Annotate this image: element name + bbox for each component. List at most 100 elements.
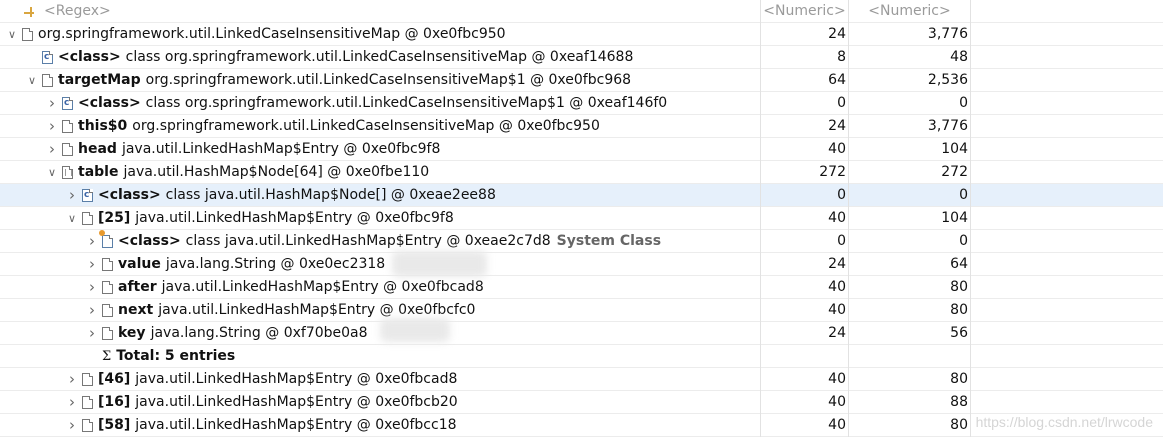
tree-row[interactable]: ∨ targetMap org.springframework.util.Linke… (0, 69, 1163, 92)
chevron-right-icon[interactable]: › (66, 391, 78, 414)
object-type: java.util.LinkedHashMap$Entry @ 0xe0fbc9… (135, 210, 454, 226)
tree-row[interactable]: › next java.util.LinkedHashMap$Entry @ 0xe… (0, 299, 1163, 322)
field-name: table (78, 164, 119, 180)
tree-row[interactable]: ∨ [25] java.util.LinkedHashMap$Entry @ 0xe… (0, 207, 1163, 230)
file-icon (42, 74, 53, 87)
tree-row[interactable]: › <class>class java.util.HashMap$Node[] @… (0, 184, 1163, 207)
field-name: value (118, 256, 161, 272)
retained-heap-cell: 272 (848, 161, 971, 184)
file-icon (82, 419, 93, 432)
tree-row[interactable]: › <class>class org.springframework.util.L… (0, 92, 1163, 115)
shallow-heap-cell: 40 (760, 276, 848, 299)
chevron-down-icon[interactable]: ∨ (26, 69, 38, 92)
object-name-cell: › <class>class org.springframework.util.L… (0, 92, 760, 115)
field-name: [58] (98, 417, 131, 433)
object-name-cell: › next java.util.LinkedHashMap$Entry @ 0xe… (0, 299, 760, 322)
field-name: targetMap (58, 72, 141, 88)
chevron-right-icon[interactable]: › (46, 138, 58, 161)
shallow-heap-cell: 272 (760, 161, 848, 184)
shallow-heap-cell: 0 (760, 230, 848, 253)
chevron-right-icon[interactable]: › (66, 414, 78, 437)
tree-row[interactable]: › <class> class java.util.LinkedHashMap$En… (0, 230, 1163, 253)
field-name: this$0 (78, 118, 128, 134)
chevron-right-icon[interactable]: › (86, 253, 98, 276)
retained-heap-cell: 2,536 (848, 69, 971, 92)
chevron-right-icon[interactable]: › (66, 184, 78, 207)
retained-heap-cell: 104 (848, 138, 971, 161)
object-type: java.util.LinkedHashMap$Entry @ 0xe0fbc9… (121, 141, 441, 157)
chevron-right-icon[interactable]: › (86, 230, 98, 253)
field-name: <class> (118, 233, 181, 249)
shallow-heap-cell: 0 (760, 92, 848, 115)
tree-row[interactable]: ∨ table java.util.HashMap$Node[64] @ 0xe0f… (0, 161, 1163, 184)
field-name: Total: 5 entries (116, 348, 236, 364)
tree-row[interactable]: › [16] java.util.LinkedHashMap$Entry @ 0xe… (0, 391, 1163, 414)
file-icon (102, 304, 113, 317)
system-class-label: System Class (556, 233, 662, 249)
retained-heap-cell: 3,776 (848, 115, 971, 138)
shallow-heap-header[interactable]: <Numeric> (760, 0, 848, 23)
shallow-heap-cell: 24 (760, 253, 848, 276)
shallow-heap-cell: 40 (760, 299, 848, 322)
tree-row[interactable]: › value java.lang.String @ 0xe0ec2318 24 64 (0, 253, 1163, 276)
tree-row[interactable]: › this$0 org.springframework.util.LinkedCa… (0, 115, 1163, 138)
tree-row[interactable]: › key java.lang.String @ 0xf70be0a8 24 56 (0, 322, 1163, 345)
chevron-down-icon[interactable]: ∨ (6, 23, 18, 46)
object-type: java.util.LinkedHashMap$Entry @ 0xe0fbca… (135, 371, 458, 387)
shallow-heap-cell: 24 (760, 115, 848, 138)
chevron-down-icon[interactable]: ∨ (66, 207, 78, 230)
object-name-cell: ∨ org.springframework.util.LinkedCaseInse… (0, 23, 760, 46)
tree-row[interactable]: <class>class org.springframework.util.Li… (0, 46, 1163, 69)
tree-row[interactable]: ∨ org.springframework.util.LinkedCaseInse… (0, 23, 1163, 46)
chevron-right-icon[interactable]: › (66, 368, 78, 391)
tree-row[interactable]: › head java.util.LinkedHashMap$Entry @ 0xe… (0, 138, 1163, 161)
chevron-right-icon[interactable]: › (46, 92, 58, 115)
object-type: org.springframework.util.LinkedCaseInsen… (145, 72, 632, 88)
object-type: class org.springframework.util.LinkedCas… (125, 49, 634, 65)
chevron-right-icon[interactable]: › (86, 299, 98, 322)
shallow-heap-cell: 0 (760, 184, 848, 207)
field-name: [46] (98, 371, 131, 387)
chevron-right-icon[interactable]: › (86, 322, 98, 345)
object-name-cell: › this$0 org.springframework.util.LinkedCa… (0, 115, 760, 138)
tree-row[interactable]: Σ Total: 5 entries (0, 345, 1163, 368)
name-column-header[interactable]: <Regex> (0, 0, 760, 23)
object-type: java.lang.String @ 0xf70be0a8 (150, 325, 368, 341)
class-icon (42, 46, 53, 69)
system-class-icon (99, 230, 113, 248)
chevron-right-icon[interactable]: › (46, 115, 58, 138)
field-name: [25] (98, 210, 131, 226)
tree-row[interactable]: › [46] java.util.LinkedHashMap$Entry @ 0xe… (0, 368, 1163, 391)
field-name: [16] (98, 394, 131, 410)
file-icon (102, 281, 113, 294)
field-name: head (78, 141, 117, 157)
retained-heap-cell: 104 (848, 207, 971, 230)
watermark: https://blog.csdn.net/lrwcode (975, 414, 1153, 430)
object-type: class java.util.LinkedHashMap$Entry @ 0x… (185, 233, 551, 249)
retained-heap-cell: 0 (848, 230, 971, 253)
shallow-heap-cell: 24 (760, 322, 848, 345)
heap-object-tree: <Regex> <Numeric> <Numeric> ∨ org.springf… (0, 0, 1163, 437)
shallow-heap-cell: 40 (760, 414, 848, 437)
object-name-cell: › [16] java.util.LinkedHashMap$Entry @ 0xe… (0, 391, 760, 414)
object-name-cell: ∨ targetMap org.springframework.util.Linke… (0, 69, 760, 92)
chevron-right-icon[interactable]: › (86, 276, 98, 299)
regex-filter-placeholder[interactable]: <Regex> (44, 0, 111, 23)
shallow-heap-cell: 40 (760, 391, 848, 414)
filter-icon (24, 6, 38, 17)
shallow-heap-cell: 40 (760, 207, 848, 230)
chevron-down-icon[interactable]: ∨ (46, 161, 58, 184)
redaction-blur (392, 251, 487, 277)
tree-row[interactable]: › after java.util.LinkedHashMap$Entry @ 0x… (0, 276, 1163, 299)
object-name-cell: ∨ table java.util.HashMap$Node[64] @ 0xe0f… (0, 161, 760, 184)
object-name-cell: › [58] java.util.LinkedHashMap$Entry @ 0xe… (0, 414, 760, 437)
retained-heap-cell: 56 (848, 322, 971, 345)
retained-heap-header[interactable]: <Numeric> (848, 0, 971, 23)
file-icon (82, 373, 93, 386)
shallow-heap-cell (760, 345, 848, 368)
object-name-cell: › head java.util.LinkedHashMap$Entry @ 0xe… (0, 138, 760, 161)
retained-heap-cell: 80 (848, 414, 971, 437)
retained-heap-cell: 0 (848, 184, 971, 207)
object-name-cell: › [46] java.util.LinkedHashMap$Entry @ 0xe… (0, 368, 760, 391)
object-name-cell: › <class>class java.util.HashMap$Node[] @… (0, 184, 760, 207)
